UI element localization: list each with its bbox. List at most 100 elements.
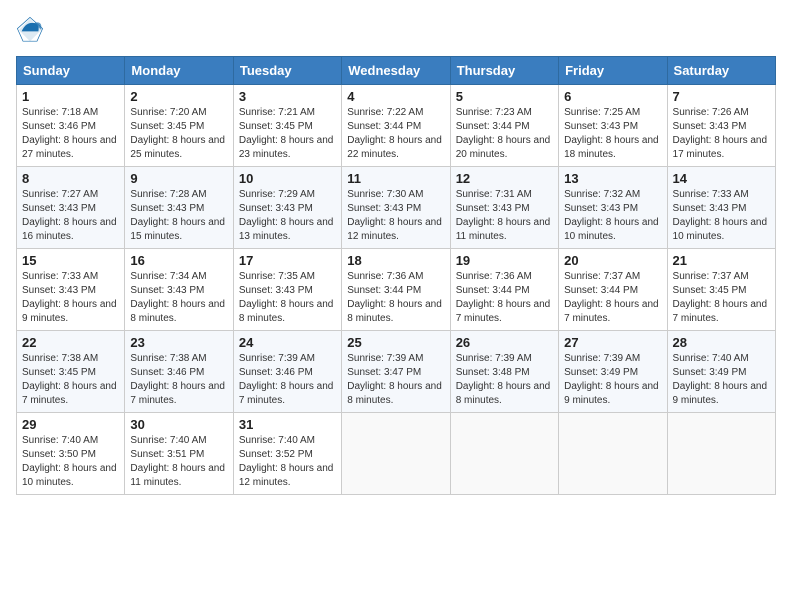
day-cell: 17 Sunrise: 7:35 AM Sunset: 3:43 PM Dayl… (233, 249, 341, 331)
day-number: 10 (239, 171, 336, 186)
day-number: 30 (130, 417, 227, 432)
col-header-friday: Friday (559, 57, 667, 85)
day-detail: Sunrise: 7:28 AM Sunset: 3:43 PM Dayligh… (130, 188, 227, 244)
day-cell (667, 413, 775, 495)
day-cell: 19 Sunrise: 7:36 AM Sunset: 3:44 PM Dayl… (450, 249, 558, 331)
day-detail: Sunrise: 7:39 AM Sunset: 3:47 PM Dayligh… (347, 352, 444, 408)
page-header (16, 16, 776, 44)
logo-icon (16, 16, 44, 44)
day-number: 5 (456, 89, 553, 104)
day-number: 22 (22, 335, 119, 350)
day-cell: 6 Sunrise: 7:25 AM Sunset: 3:43 PM Dayli… (559, 85, 667, 167)
day-detail: Sunrise: 7:25 AM Sunset: 3:43 PM Dayligh… (564, 106, 661, 162)
day-number: 12 (456, 171, 553, 186)
week-row-2: 8 Sunrise: 7:27 AM Sunset: 3:43 PM Dayli… (17, 167, 776, 249)
col-header-thursday: Thursday (450, 57, 558, 85)
day-number: 17 (239, 253, 336, 268)
day-cell: 31 Sunrise: 7:40 AM Sunset: 3:52 PM Dayl… (233, 413, 341, 495)
day-cell: 10 Sunrise: 7:29 AM Sunset: 3:43 PM Dayl… (233, 167, 341, 249)
day-number: 18 (347, 253, 444, 268)
day-cell: 22 Sunrise: 7:38 AM Sunset: 3:45 PM Dayl… (17, 331, 125, 413)
day-number: 1 (22, 89, 119, 104)
day-cell (559, 413, 667, 495)
day-cell: 16 Sunrise: 7:34 AM Sunset: 3:43 PM Dayl… (125, 249, 233, 331)
day-number: 19 (456, 253, 553, 268)
day-detail: Sunrise: 7:18 AM Sunset: 3:46 PM Dayligh… (22, 106, 119, 162)
day-detail: Sunrise: 7:40 AM Sunset: 3:52 PM Dayligh… (239, 434, 336, 490)
day-detail: Sunrise: 7:38 AM Sunset: 3:45 PM Dayligh… (22, 352, 119, 408)
day-detail: Sunrise: 7:35 AM Sunset: 3:43 PM Dayligh… (239, 270, 336, 326)
day-detail: Sunrise: 7:37 AM Sunset: 3:44 PM Dayligh… (564, 270, 661, 326)
day-number: 13 (564, 171, 661, 186)
day-cell: 30 Sunrise: 7:40 AM Sunset: 3:51 PM Dayl… (125, 413, 233, 495)
day-cell: 29 Sunrise: 7:40 AM Sunset: 3:50 PM Dayl… (17, 413, 125, 495)
day-cell: 13 Sunrise: 7:32 AM Sunset: 3:43 PM Dayl… (559, 167, 667, 249)
day-cell: 21 Sunrise: 7:37 AM Sunset: 3:45 PM Dayl… (667, 249, 775, 331)
day-number: 9 (130, 171, 227, 186)
logo (16, 16, 48, 44)
day-number: 20 (564, 253, 661, 268)
day-detail: Sunrise: 7:30 AM Sunset: 3:43 PM Dayligh… (347, 188, 444, 244)
day-detail: Sunrise: 7:33 AM Sunset: 3:43 PM Dayligh… (22, 270, 119, 326)
day-detail: Sunrise: 7:20 AM Sunset: 3:45 PM Dayligh… (130, 106, 227, 162)
col-header-saturday: Saturday (667, 57, 775, 85)
day-number: 23 (130, 335, 227, 350)
calendar-header-row: SundayMondayTuesdayWednesdayThursdayFrid… (17, 57, 776, 85)
col-header-tuesday: Tuesday (233, 57, 341, 85)
day-cell: 23 Sunrise: 7:38 AM Sunset: 3:46 PM Dayl… (125, 331, 233, 413)
day-detail: Sunrise: 7:37 AM Sunset: 3:45 PM Dayligh… (673, 270, 770, 326)
day-number: 15 (22, 253, 119, 268)
day-cell: 24 Sunrise: 7:39 AM Sunset: 3:46 PM Dayl… (233, 331, 341, 413)
calendar-table: SundayMondayTuesdayWednesdayThursdayFrid… (16, 56, 776, 495)
calendar-body: 1 Sunrise: 7:18 AM Sunset: 3:46 PM Dayli… (17, 85, 776, 495)
day-number: 26 (456, 335, 553, 350)
day-cell: 27 Sunrise: 7:39 AM Sunset: 3:49 PM Dayl… (559, 331, 667, 413)
day-detail: Sunrise: 7:40 AM Sunset: 3:51 PM Dayligh… (130, 434, 227, 490)
day-cell: 14 Sunrise: 7:33 AM Sunset: 3:43 PM Dayl… (667, 167, 775, 249)
day-cell: 2 Sunrise: 7:20 AM Sunset: 3:45 PM Dayli… (125, 85, 233, 167)
day-number: 14 (673, 171, 770, 186)
day-detail: Sunrise: 7:26 AM Sunset: 3:43 PM Dayligh… (673, 106, 770, 162)
day-detail: Sunrise: 7:32 AM Sunset: 3:43 PM Dayligh… (564, 188, 661, 244)
day-cell: 25 Sunrise: 7:39 AM Sunset: 3:47 PM Dayl… (342, 331, 450, 413)
day-detail: Sunrise: 7:31 AM Sunset: 3:43 PM Dayligh… (456, 188, 553, 244)
day-number: 28 (673, 335, 770, 350)
day-number: 11 (347, 171, 444, 186)
day-detail: Sunrise: 7:21 AM Sunset: 3:45 PM Dayligh… (239, 106, 336, 162)
day-cell: 12 Sunrise: 7:31 AM Sunset: 3:43 PM Dayl… (450, 167, 558, 249)
day-number: 25 (347, 335, 444, 350)
day-number: 24 (239, 335, 336, 350)
day-detail: Sunrise: 7:36 AM Sunset: 3:44 PM Dayligh… (456, 270, 553, 326)
col-header-wednesday: Wednesday (342, 57, 450, 85)
day-detail: Sunrise: 7:38 AM Sunset: 3:46 PM Dayligh… (130, 352, 227, 408)
day-cell: 1 Sunrise: 7:18 AM Sunset: 3:46 PM Dayli… (17, 85, 125, 167)
day-detail: Sunrise: 7:36 AM Sunset: 3:44 PM Dayligh… (347, 270, 444, 326)
day-cell (342, 413, 450, 495)
day-detail: Sunrise: 7:33 AM Sunset: 3:43 PM Dayligh… (673, 188, 770, 244)
day-detail: Sunrise: 7:40 AM Sunset: 3:49 PM Dayligh… (673, 352, 770, 408)
day-number: 4 (347, 89, 444, 104)
day-number: 31 (239, 417, 336, 432)
day-number: 29 (22, 417, 119, 432)
day-cell: 28 Sunrise: 7:40 AM Sunset: 3:49 PM Dayl… (667, 331, 775, 413)
day-cell: 20 Sunrise: 7:37 AM Sunset: 3:44 PM Dayl… (559, 249, 667, 331)
day-cell: 7 Sunrise: 7:26 AM Sunset: 3:43 PM Dayli… (667, 85, 775, 167)
day-detail: Sunrise: 7:39 AM Sunset: 3:46 PM Dayligh… (239, 352, 336, 408)
day-number: 16 (130, 253, 227, 268)
day-number: 8 (22, 171, 119, 186)
day-detail: Sunrise: 7:39 AM Sunset: 3:49 PM Dayligh… (564, 352, 661, 408)
day-detail: Sunrise: 7:34 AM Sunset: 3:43 PM Dayligh… (130, 270, 227, 326)
day-number: 7 (673, 89, 770, 104)
day-detail: Sunrise: 7:39 AM Sunset: 3:48 PM Dayligh… (456, 352, 553, 408)
day-number: 6 (564, 89, 661, 104)
day-cell: 3 Sunrise: 7:21 AM Sunset: 3:45 PM Dayli… (233, 85, 341, 167)
col-header-sunday: Sunday (17, 57, 125, 85)
day-number: 2 (130, 89, 227, 104)
week-row-1: 1 Sunrise: 7:18 AM Sunset: 3:46 PM Dayli… (17, 85, 776, 167)
day-detail: Sunrise: 7:29 AM Sunset: 3:43 PM Dayligh… (239, 188, 336, 244)
day-cell: 11 Sunrise: 7:30 AM Sunset: 3:43 PM Dayl… (342, 167, 450, 249)
day-cell: 9 Sunrise: 7:28 AM Sunset: 3:43 PM Dayli… (125, 167, 233, 249)
day-detail: Sunrise: 7:23 AM Sunset: 3:44 PM Dayligh… (456, 106, 553, 162)
col-header-monday: Monday (125, 57, 233, 85)
day-detail: Sunrise: 7:27 AM Sunset: 3:43 PM Dayligh… (22, 188, 119, 244)
